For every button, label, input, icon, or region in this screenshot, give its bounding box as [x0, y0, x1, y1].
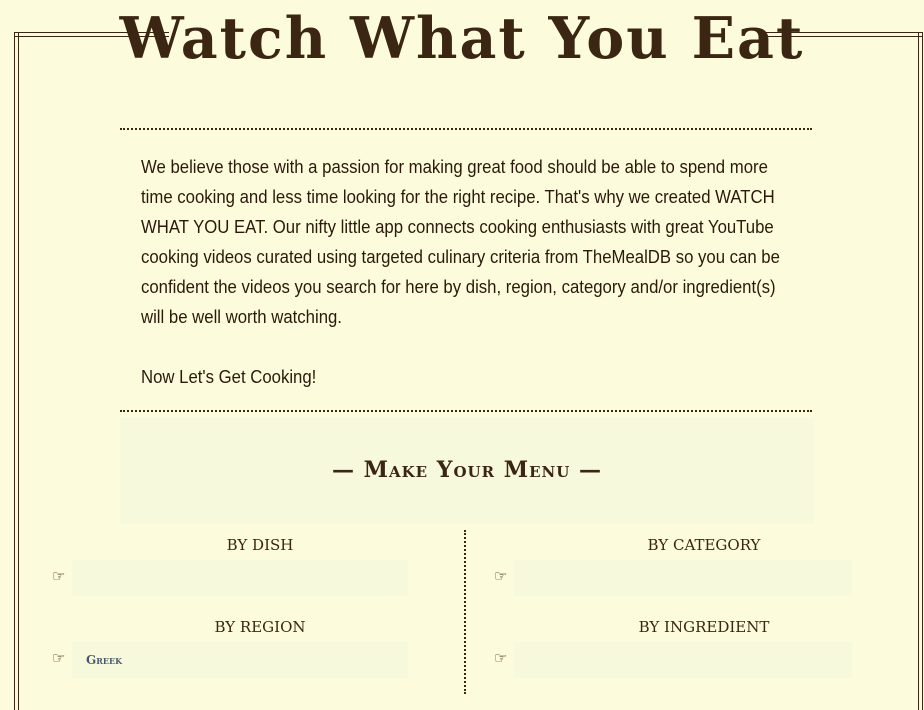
- call-to-action: Now Let's Get Cooking!: [141, 367, 317, 387]
- dotted-divider-bottom: [120, 410, 812, 412]
- by-category-field[interactable]: [514, 560, 852, 596]
- pointing-hand-icon: ☞: [52, 568, 66, 585]
- dotted-divider-top: [120, 128, 812, 130]
- by-region-label: BY REGION: [214, 618, 306, 636]
- intro-paragraph: We believe those with a passion for maki…: [141, 157, 780, 327]
- frame-side-left: [14, 32, 19, 710]
- by-ingredient-field[interactable]: [514, 642, 852, 678]
- intro-section: We believe those with a passion for maki…: [141, 152, 792, 392]
- frame-side-right: [918, 32, 923, 710]
- by-dish-field[interactable]: [72, 560, 408, 596]
- by-dish-label: BY DISH: [226, 536, 294, 554]
- by-region-selected-value[interactable]: Greek: [86, 652, 122, 668]
- by-category-label: BY CATEGORY: [647, 536, 761, 554]
- site-title: Watch What You Eat: [119, 5, 805, 72]
- pointing-hand-icon: ☞: [494, 568, 508, 585]
- pointing-hand-icon: ☞: [52, 650, 66, 667]
- column-divider: [464, 530, 466, 694]
- by-ingredient-label: BY INGREDIENT: [638, 618, 770, 636]
- menu-heading: — Make Your Menu —: [332, 457, 602, 483]
- by-region-field[interactable]: [72, 642, 408, 678]
- pointing-hand-icon: ☞: [494, 650, 508, 667]
